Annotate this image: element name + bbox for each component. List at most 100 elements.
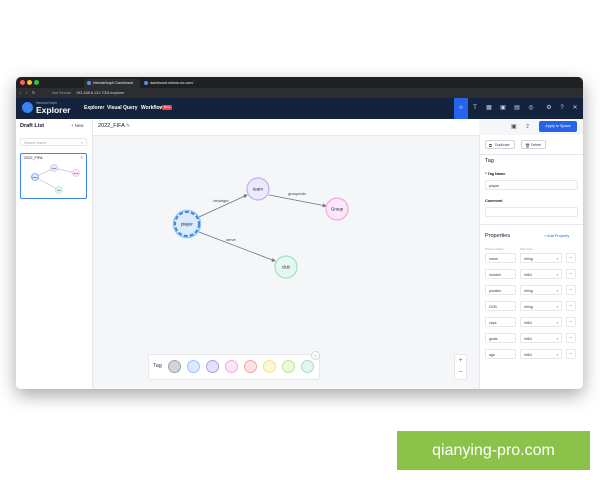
edge-serve[interactable] [198, 231, 276, 262]
node-label-group: Group [331, 207, 344, 212]
duplicate-label: Duplicate [495, 143, 510, 147]
schema-icon[interactable]: ⊹ [454, 98, 468, 119]
property-type-select[interactable]: int64 ▼ [520, 333, 562, 343]
zoom-out-button[interactable]: − [455, 367, 466, 379]
tag-color-purple[interactable] [206, 360, 219, 373]
favicon-icon [144, 81, 148, 85]
nav-visual-query[interactable]: Visual Query [107, 105, 137, 111]
node-group[interactable]: Group [325, 197, 349, 221]
add-property-button[interactable]: + Add Property [544, 234, 569, 238]
export-icon[interactable]: ⇪ [525, 123, 530, 130]
app-window: NebulaGraph Dashboard dashboard.nebula-i… [16, 77, 583, 389]
tag-section-title: Tag [485, 158, 494, 164]
property-name-input[interactable]: position [485, 285, 516, 295]
user-icon[interactable]: ✕ [571, 104, 579, 112]
table-icon[interactable]: ▦ [485, 104, 493, 112]
draft-card-name: 2022_FIFA [24, 156, 43, 160]
draft-card[interactable]: 2022_FIFA × team player group club [20, 153, 87, 199]
property-type-select[interactable]: string ▼ [520, 285, 562, 295]
db-icon[interactable]: ◎ [527, 104, 535, 112]
remove-property-button[interactable]: − [566, 333, 576, 343]
address-bar: ‹ › ↻ Not Secure 192.168.8.131:7001/expl… [16, 88, 583, 98]
comment-input[interactable] [485, 207, 578, 217]
browser-tab-dashboard[interactable]: NebulaGraph Dashboard [84, 79, 140, 88]
new-draft-button[interactable]: + New [71, 123, 83, 128]
property-name-input[interactable]: DOB [485, 301, 516, 311]
tag-palette-label: Tag [153, 363, 162, 369]
property-type-select[interactable]: int64 ▼ [520, 269, 562, 279]
property-type-value: int64 [524, 353, 532, 357]
node-club[interactable]: club [274, 255, 298, 279]
snapshot-icon[interactable]: ▣ [511, 123, 517, 130]
property-type-select[interactable]: int64 ▼ [520, 317, 562, 327]
tag-name-input[interactable]: player [485, 180, 578, 190]
property-type-select[interactable]: int64 ▼ [520, 349, 562, 359]
tag-color-red[interactable] [244, 360, 257, 373]
duplicate-button[interactable]: ⧉ Duplicate [485, 140, 515, 149]
new-draft-label: New [74, 123, 84, 128]
graph-icon[interactable]: ▤ [513, 104, 521, 112]
minimize-window-button[interactable] [27, 80, 32, 85]
search-placeholder: Search name [24, 141, 47, 145]
remove-property-button[interactable]: − [566, 253, 576, 263]
logo-product-name: Explorer [36, 105, 71, 115]
zoom-in-button[interactable]: + [455, 355, 466, 367]
favicon-icon [87, 81, 91, 85]
help-icon[interactable]: ? [558, 104, 566, 112]
property-name-input[interactable]: name [485, 253, 516, 263]
apply-to-space-button[interactable]: Apply to Space [539, 121, 577, 132]
tag-palette: Tag × [148, 351, 320, 380]
trash-icon: 🗑 [525, 143, 531, 148]
edge-groupedin[interactable] [268, 194, 327, 208]
remove-property-button[interactable]: − [566, 301, 576, 311]
node-team[interactable]: team [246, 177, 270, 201]
remove-property-button[interactable]: − [566, 285, 576, 295]
tag-color-yellow[interactable] [263, 360, 276, 373]
close-window-button[interactable] [20, 80, 25, 85]
node-player[interactable]: player [172, 209, 202, 239]
tag-color-gray[interactable] [168, 360, 181, 373]
nav-workflow[interactable]: Workflow [141, 105, 163, 111]
forward-icon[interactable]: › [26, 88, 27, 98]
chevron-down-icon: ▼ [556, 289, 559, 293]
nav-explorer[interactable]: Explorer [84, 105, 104, 111]
property-name-input[interactable]: number [485, 269, 516, 279]
tag-name-label: * Tag Name [485, 172, 506, 176]
remove-property-button[interactable]: − [566, 317, 576, 327]
remove-property-button[interactable]: − [566, 269, 576, 279]
browser-tab-explorer[interactable]: dashboard.nebula-inc.com/ [141, 79, 195, 88]
tag-color-lime[interactable] [282, 360, 295, 373]
col-header-name: Property Name [485, 247, 504, 251]
delete-draft-icon[interactable]: × [80, 155, 83, 160]
tag-color-pink[interactable] [225, 360, 238, 373]
url-field[interactable]: 192.168.8.131:7001/explorer [76, 88, 125, 98]
delete-button[interactable]: 🗑 Delete [521, 140, 547, 149]
edit-title-icon[interactable]: ✎ [126, 123, 130, 129]
edge-label-groupedin: groupedin [288, 191, 306, 196]
property-name-input[interactable]: age [485, 349, 516, 359]
property-name-input[interactable]: caps [485, 317, 516, 327]
close-palette-icon[interactable]: × [311, 351, 320, 360]
property-type-value: string [524, 257, 533, 261]
save-icon[interactable]: ▣ [499, 104, 507, 112]
settings-icon[interactable]: ⚙ [545, 104, 553, 112]
chevron-down-icon: ▼ [556, 321, 559, 325]
property-type-select[interactable]: string ▼ [520, 253, 562, 263]
property-name-input[interactable]: goals [485, 333, 516, 343]
maximize-window-button[interactable] [34, 80, 39, 85]
not-secure-label: Not Secure [52, 91, 71, 95]
tag-color-green[interactable] [301, 360, 314, 373]
node-label-player: player [181, 222, 193, 227]
reload-icon[interactable]: ↻ [32, 88, 35, 98]
remove-property-button[interactable]: − [566, 349, 576, 359]
zoom-controls: + − [454, 354, 467, 380]
back-icon[interactable]: ‹ [20, 88, 21, 98]
mini-node-club: club [57, 190, 60, 192]
nebula-logo-icon [22, 102, 33, 113]
property-type-select[interactable]: string ▼ [520, 301, 562, 311]
draft-search-input[interactable]: Search name ⌕ [20, 138, 87, 146]
text-icon[interactable]: T [471, 104, 479, 112]
tag-color-blue[interactable] [187, 360, 200, 373]
beta-badge: Beta [162, 105, 173, 110]
schema-graph-canvas[interactable]: belongto groupedin serve team player Gro… [93, 135, 479, 389]
